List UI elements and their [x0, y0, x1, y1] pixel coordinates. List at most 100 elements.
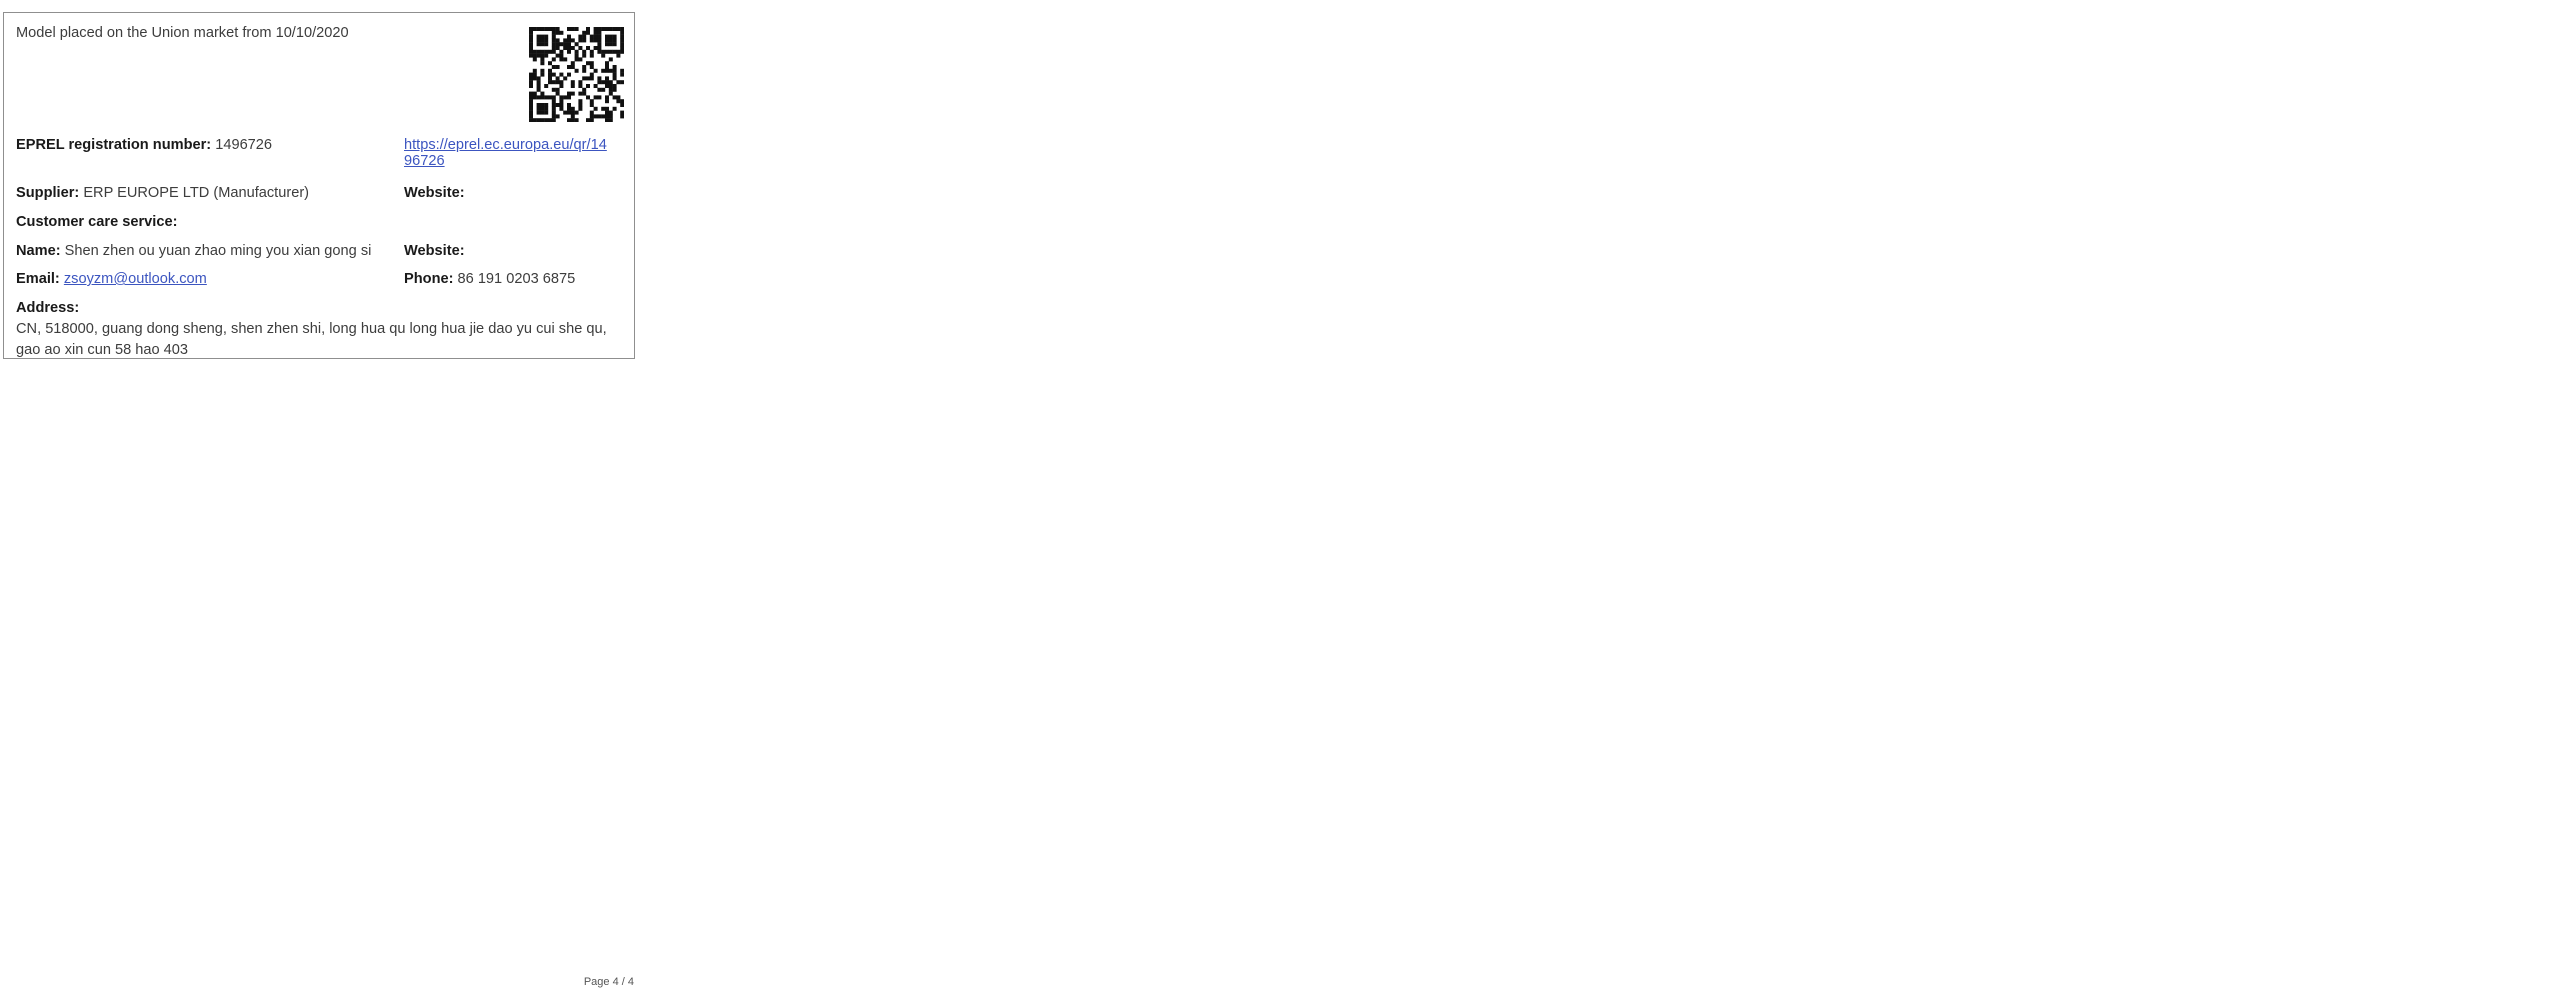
qr-module [586, 30, 590, 35]
qr-module [582, 76, 587, 81]
qr-module [559, 106, 564, 111]
qr-module [578, 38, 583, 43]
qr-module [555, 42, 560, 47]
qr-module [593, 27, 598, 31]
qr-module [548, 68, 552, 73]
qr-module [593, 34, 598, 39]
qr-module [555, 76, 560, 81]
qr-module [551, 80, 556, 85]
qr-module [608, 27, 613, 31]
qr-module [551, 46, 556, 50]
qr-module [544, 38, 549, 43]
qr-module [555, 53, 560, 58]
qr-module [605, 76, 609, 81]
qr-module [608, 34, 613, 39]
qr-module [620, 46, 624, 50]
qr-module [567, 106, 571, 111]
qr-module [532, 72, 537, 77]
qr-module [536, 87, 541, 92]
name-row: Name: Shen zhen ou yuan zhao ming you xi… [16, 243, 622, 259]
qr-module [593, 84, 598, 88]
qr-module [601, 114, 606, 119]
qr-module [582, 68, 587, 73]
qr-module [536, 118, 541, 122]
supplier-row: Supplier: ERP EUROPE LTD (Manufacturer) … [16, 185, 622, 201]
qr-module [540, 103, 545, 107]
qr-module [605, 106, 609, 111]
qr-module [551, 42, 556, 47]
qr-module [605, 114, 609, 119]
qr-module [612, 106, 617, 111]
qr-module [567, 118, 571, 122]
qr-module [586, 118, 590, 122]
qr-module [540, 42, 545, 47]
qr-module [536, 103, 541, 107]
qr-module [574, 68, 579, 73]
qr-module [605, 49, 609, 54]
qr-module [605, 65, 609, 69]
qr-module [593, 95, 598, 100]
qr-module [529, 95, 533, 100]
qr-module [563, 46, 568, 50]
qr-module [548, 118, 552, 122]
qr-module [555, 103, 560, 107]
qr-module [551, 38, 556, 43]
qr-module [529, 80, 533, 85]
qr-module [567, 34, 571, 39]
qr-module [555, 46, 560, 50]
qr-module [540, 27, 545, 31]
qr-module [567, 65, 571, 69]
qr-module [536, 38, 541, 43]
qr-module [563, 42, 568, 47]
qr-module [616, 99, 621, 104]
qr-module [605, 68, 609, 73]
qr-module [608, 42, 613, 47]
qr-module [608, 68, 613, 73]
qr-module [555, 65, 560, 69]
qr-module [578, 99, 583, 104]
qr-module [536, 84, 541, 88]
supplier-value: ERP EUROPE LTD (Manufacturer) [83, 185, 310, 201]
qr-module [605, 110, 609, 115]
qr-module [567, 103, 571, 107]
phone-block: Phone: 86 191 0203 6875 [404, 271, 575, 287]
email-link[interactable]: zsoyzm@outlook.com [64, 271, 207, 287]
qr-module [620, 114, 624, 119]
eprel-link-line2[interactable]: 96726 [404, 153, 445, 169]
qr-module [608, 49, 613, 54]
qr-module [593, 114, 598, 119]
qr-module [548, 95, 552, 100]
qr-module [555, 87, 560, 92]
qr-module [532, 76, 537, 81]
qr-module [570, 118, 575, 122]
qr-module [529, 118, 533, 122]
qr-module [589, 38, 594, 43]
qr-module [559, 95, 564, 100]
qr-module [612, 95, 617, 100]
qr-module [544, 34, 549, 39]
qr-module [589, 61, 594, 66]
qr-module [589, 103, 594, 107]
qr-module [589, 72, 594, 77]
qr-module [620, 72, 624, 77]
qr-module [570, 106, 575, 111]
email-label: Email: [16, 271, 60, 287]
qr-module [563, 95, 568, 100]
qr-module [605, 80, 609, 85]
qr-module [544, 110, 549, 115]
qr-module [601, 49, 606, 54]
qr-module [586, 61, 590, 66]
qr-module [593, 106, 598, 111]
qr-module [597, 34, 602, 39]
qr-module [559, 57, 564, 62]
eprel-link-line1[interactable]: https://eprel.ec.europa.eu/qr/14 [404, 137, 607, 153]
qr-module [608, 114, 613, 119]
qr-module [532, 53, 537, 58]
email-row: Email: zsoyzm@outlook.com Phone: 86 191 … [16, 271, 622, 287]
eprel-link[interactable]: https://eprel.ec.europa.eu/qr/14 96726 [404, 137, 644, 169]
address-value: CN, 518000, guang dong sheng, shen zhen … [16, 321, 607, 358]
qr-module [616, 27, 621, 31]
qr-module [597, 42, 602, 47]
qr-module [605, 118, 609, 122]
qr-module [593, 38, 598, 43]
